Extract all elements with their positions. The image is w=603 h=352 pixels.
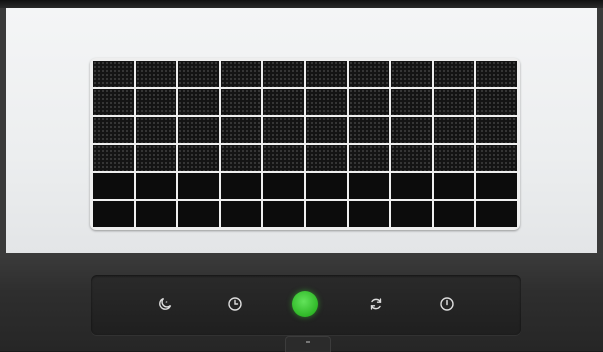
grille-cell [93, 145, 134, 171]
grille-cell [93, 89, 134, 115]
clock-icon [228, 297, 242, 311]
grille-cell [391, 89, 432, 115]
grille-cell [306, 117, 347, 143]
grille-cell [220, 61, 262, 87]
grille-cell [433, 61, 475, 87]
right-rim [597, 8, 603, 253]
control-panel: z [91, 275, 521, 335]
svg-text:z: z [166, 299, 168, 304]
moon-sleep-icon: z [159, 297, 172, 310]
grille-cell [135, 61, 177, 87]
grille-cell [348, 117, 390, 143]
grille-cell [178, 61, 219, 87]
power-button[interactable] [435, 292, 459, 316]
grille-cell [93, 201, 134, 227]
power-icon [440, 297, 454, 311]
grille-cell [348, 201, 390, 227]
grille-cell [93, 117, 134, 143]
grille-cell [178, 145, 219, 171]
grille-cell [391, 117, 432, 143]
grille-cell [433, 117, 475, 143]
grille-cell [306, 61, 347, 87]
grille-cell [433, 145, 475, 171]
grille-cell [220, 117, 262, 143]
grille-cell [391, 173, 432, 199]
grille-cell [178, 89, 219, 115]
grille-cell [348, 173, 390, 199]
grille-cell [306, 145, 347, 171]
grille-cell [391, 201, 432, 227]
grille-cell [220, 173, 262, 199]
grille-cell [476, 173, 517, 199]
grille-cell [135, 145, 177, 171]
timer-button[interactable] [223, 292, 247, 316]
grille-cell [263, 173, 304, 199]
top-edge [0, 0, 603, 8]
grille-cell [135, 89, 177, 115]
grille-cell [348, 89, 390, 115]
auto-mode-button[interactable] [364, 292, 388, 316]
grille-cell [220, 89, 262, 115]
grille-cell [476, 89, 517, 115]
grille-cell [391, 145, 432, 171]
grille-cell [476, 201, 517, 227]
air-purifier-device: z [0, 0, 603, 352]
grille-cell [178, 117, 219, 143]
grille-cell [220, 201, 262, 227]
grille-cell [220, 145, 262, 171]
grille-cell [476, 61, 517, 87]
grille-cell [476, 117, 517, 143]
grille-cell [348, 61, 390, 87]
grille-cell [433, 201, 475, 227]
grille-cell [135, 117, 177, 143]
grille-cell [433, 173, 475, 199]
grille-cell [306, 89, 347, 115]
grille-cell [263, 201, 304, 227]
grille-cell [306, 201, 347, 227]
bottom-release-tab[interactable] [285, 336, 331, 352]
grille-cell [263, 117, 304, 143]
grille-cell [391, 61, 432, 87]
grille-cell [263, 89, 304, 115]
green-status-indicator[interactable] [292, 291, 318, 317]
grille-cell [476, 145, 517, 171]
air-intake-grille [90, 58, 520, 230]
grille-cell [135, 201, 177, 227]
grille-cell [263, 61, 304, 87]
grille-cell [348, 145, 390, 171]
grille-cell [93, 173, 134, 199]
grille-cell [178, 201, 219, 227]
grille-cell [178, 173, 219, 199]
grille-cell [135, 173, 177, 199]
grille-cell [93, 61, 134, 87]
auto-cycle-icon [370, 298, 382, 310]
grille-cell [306, 173, 347, 199]
sleep-mode-button[interactable]: z [153, 292, 177, 316]
grille-cell [433, 89, 475, 115]
grille-cell [263, 145, 304, 171]
